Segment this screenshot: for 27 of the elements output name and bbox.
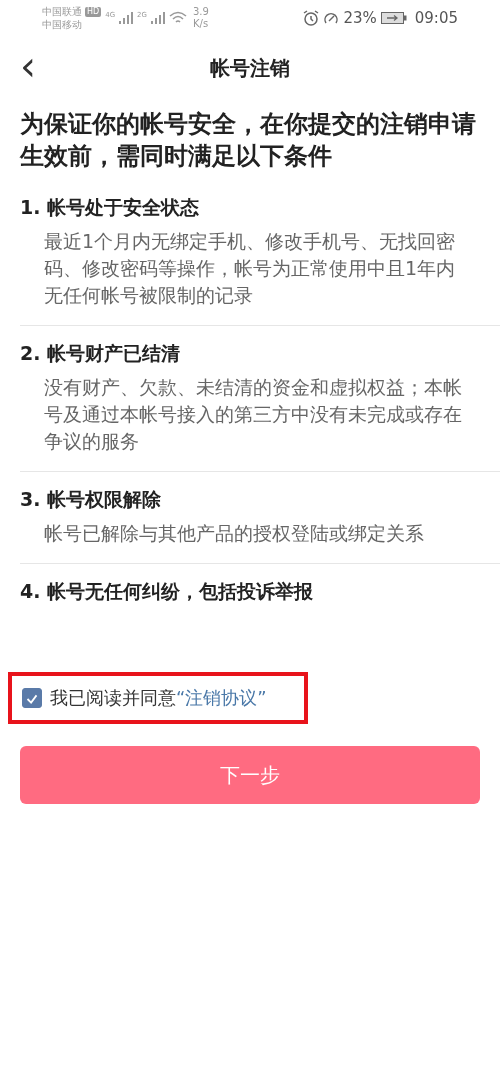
hd-badge: HD bbox=[85, 6, 102, 17]
speed-unit: K/s bbox=[192, 18, 209, 30]
wifi-icon bbox=[168, 11, 187, 25]
alarm-icon bbox=[303, 10, 320, 26]
battery-percent: 23% bbox=[343, 9, 377, 27]
agreement-link[interactable]: “注销协议” bbox=[176, 686, 267, 710]
condition-text: 最近1个月内无绑定手机、修改手机号、无找回密码、修改密码等操作，帐号为正常使用中且1年内无任何帐号被限制的记录 bbox=[44, 229, 457, 308]
back-button[interactable]: ‹ bbox=[14, 46, 42, 86]
speed-value: 3.9 bbox=[192, 6, 209, 18]
condition-text: 帐号已解除与其他产品的授权登陆或绑定关系 bbox=[44, 521, 425, 546]
intro-text: 为保证你的帐号安全，在你提交的注销申请生效前，需同时满足以下条件 bbox=[20, 109, 477, 172]
clock-time: 09:05 bbox=[414, 9, 458, 27]
condition-text: 没有财产、欠款、未结清的资金和虚拟权益；本帐号及通过本帐号接入的第三方中没有未完成或存在争议的服务 bbox=[44, 375, 463, 454]
condition-title: 1. 帐号处于安全状态 bbox=[20, 195, 201, 220]
condition-title: 3. 帐号权限解除 bbox=[20, 487, 163, 512]
signal-icon bbox=[150, 12, 165, 24]
battery-charging-icon bbox=[380, 12, 407, 24]
page-title: 帐号注销 bbox=[210, 54, 290, 82]
agreement-label: 我已阅读并同意 bbox=[50, 686, 176, 710]
condition-title: 4. 帐号无任何纠纷，包括投诉举报 bbox=[20, 579, 315, 604]
condition-title: 2. 帐号财产已结清 bbox=[20, 341, 182, 366]
checkbox[interactable] bbox=[22, 688, 42, 708]
next-button[interactable]: 下一步 bbox=[20, 746, 480, 804]
carrier-name: 中国移动 bbox=[42, 18, 83, 31]
carrier-name: 中国联通 bbox=[42, 5, 82, 18]
gauge-icon bbox=[323, 10, 340, 26]
signal-icon bbox=[119, 12, 134, 24]
